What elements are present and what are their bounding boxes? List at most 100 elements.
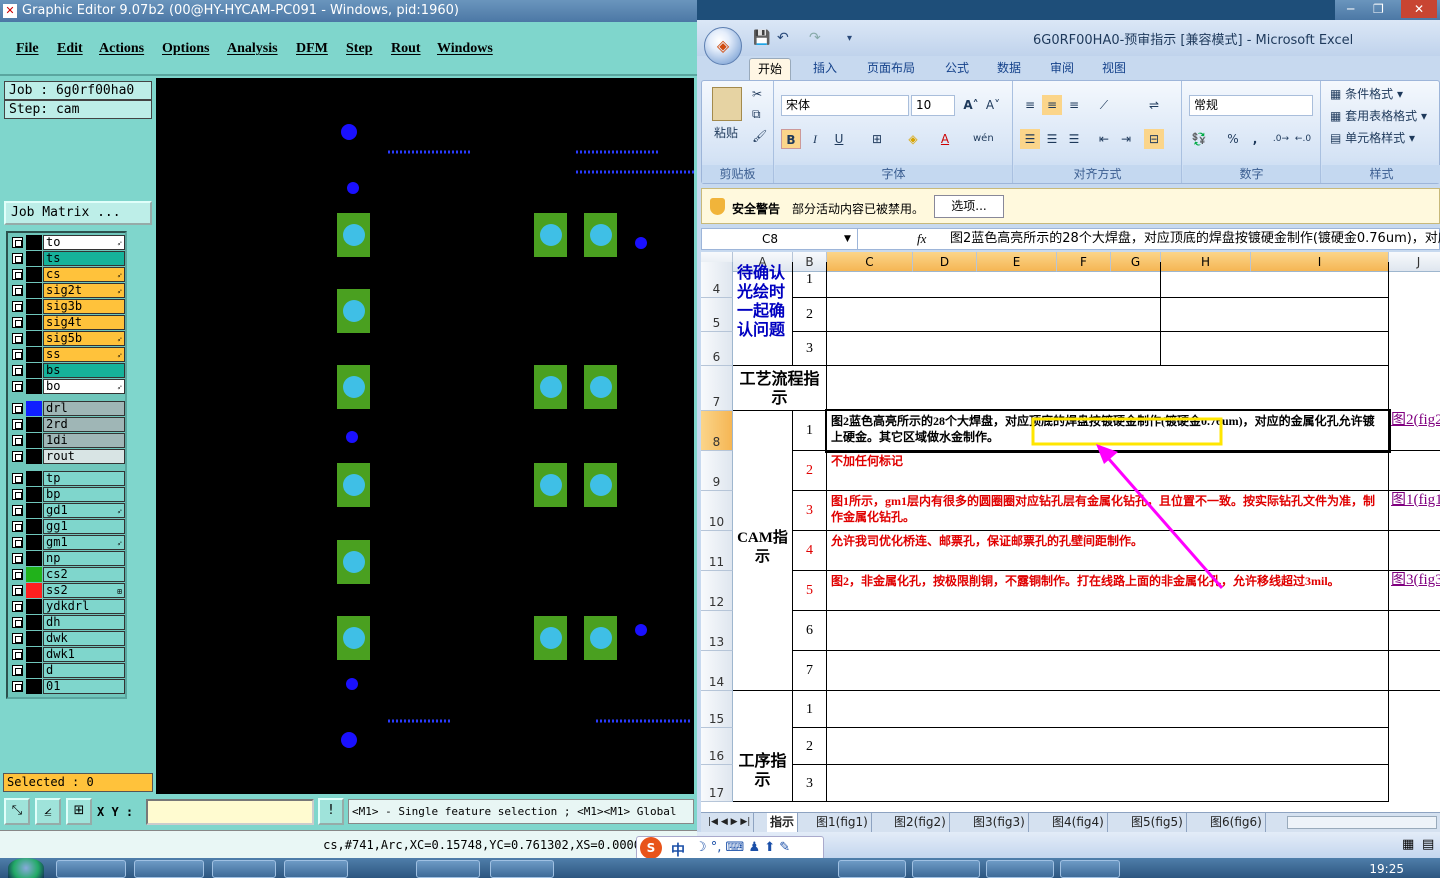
taskbar-app[interactable]	[212, 860, 276, 878]
layer-checkbox[interactable]	[12, 349, 23, 360]
layer-color-swatch[interactable]	[26, 631, 42, 646]
layer-color-swatch[interactable]	[26, 267, 42, 282]
layer-row-cs2[interactable]: cs2	[10, 567, 125, 582]
layer-color-swatch[interactable]	[26, 251, 42, 266]
layer-name[interactable]: ydkdrl	[43, 599, 125, 614]
sheet-tab[interactable]: 图6(fig6)	[1207, 813, 1266, 832]
tab-page-layout[interactable]: 页面布局	[859, 58, 923, 80]
layer-color-swatch[interactable]	[26, 449, 42, 464]
layer-row-to[interactable]: to ➶	[10, 235, 125, 250]
menu-rout[interactable]: Rout	[391, 41, 421, 57]
phonetic-icon[interactable]: wén	[973, 129, 994, 149]
layer-checkbox[interactable]	[12, 537, 23, 548]
measure-icon[interactable]: ⦤	[35, 798, 61, 825]
figure-link[interactable]: 图1(fig1)	[1389, 491, 1440, 531]
layer-checkbox[interactable]	[12, 237, 23, 248]
sheet-tab-active[interactable]: 指示	[767, 813, 799, 832]
row-header-15[interactable]: 15	[701, 691, 733, 728]
format-painter-icon[interactable]: 🖌	[752, 129, 767, 143]
confirm-cell[interactable]	[827, 298, 1161, 332]
decrease-indent-icon[interactable]: ⇤	[1094, 129, 1114, 149]
layer-checkbox[interactable]	[12, 403, 23, 414]
sheet-tab[interactable]: 图2(fig2)	[891, 813, 950, 832]
layer-name[interactable]: cs2	[43, 567, 125, 582]
row-header-10[interactable]: 10	[701, 491, 733, 531]
row-header-12[interactable]: 12	[701, 571, 733, 611]
layer-name[interactable]: ss2 ⊞	[43, 583, 125, 598]
layer-name[interactable]: sig2t ➶	[43, 283, 125, 298]
layer-checkbox[interactable]	[12, 253, 23, 264]
layer-name[interactable]: dwk1	[43, 647, 125, 662]
link-cell[interactable]	[1389, 451, 1440, 491]
layer-color-swatch[interactable]	[26, 235, 42, 250]
layer-checkbox[interactable]	[12, 601, 23, 612]
layer-row-dh[interactable]: dh	[10, 615, 125, 630]
taskbar-app[interactable]	[490, 860, 554, 878]
layer-color-swatch[interactable]	[26, 519, 42, 534]
sheet-tab[interactable]: 图1(fig1)	[813, 813, 872, 832]
layer-row-rout[interactable]: rout	[10, 449, 125, 464]
layer-name[interactable]: gm1 ➶	[43, 535, 125, 550]
layer-row-dwk[interactable]: dwk	[10, 631, 125, 646]
layer-name[interactable]: bp	[43, 487, 125, 502]
percent-icon[interactable]: %	[1223, 129, 1243, 149]
layer-row-bo[interactable]: bo ➶	[10, 379, 125, 394]
menu-analysis[interactable]: Analysis	[227, 41, 278, 57]
layer-color-swatch[interactable]	[26, 615, 42, 630]
layer-color-swatch[interactable]	[26, 417, 42, 432]
layer-color-swatch[interactable]	[26, 487, 42, 502]
row-header-4[interactable]: 4	[701, 262, 733, 298]
layer-name[interactable]: 1di	[43, 433, 125, 448]
confirm-cell-right[interactable]	[1161, 298, 1389, 332]
cam-instruction-cell[interactable]	[827, 611, 1389, 651]
menu-step[interactable]: Step	[346, 41, 372, 57]
layer-row-sig5b[interactable]: sig5b ➶	[10, 331, 125, 346]
layer-name[interactable]: gd1 ➶	[43, 503, 125, 518]
cam-instruction-cell[interactable]: 允许我司优化桥连、邮票孔，保证邮票孔的孔壁间距制作。	[827, 531, 1389, 571]
fx-icon[interactable]: fx	[917, 229, 926, 249]
layer-row-gd1[interactable]: gd1 ➶	[10, 503, 125, 518]
layer-name[interactable]: to ➶	[43, 235, 125, 250]
layer-name[interactable]: bo ➶	[43, 379, 125, 394]
row-header-7[interactable]: 7	[701, 366, 733, 411]
layer-name[interactable]: d	[43, 663, 125, 678]
sheet-tab[interactable]: 图3(fig3)	[970, 813, 1029, 832]
layer-name[interactable]: ss ➶	[43, 347, 125, 362]
pcb-canvas[interactable]	[156, 78, 694, 794]
ime-mode[interactable]: 中	[671, 840, 685, 860]
layer-row-d[interactable]: d	[10, 663, 125, 678]
underline-icon[interactable]: U	[829, 129, 849, 149]
layer-row-cs[interactable]: cs ➶	[10, 267, 125, 282]
tab-home[interactable]: 开始	[749, 58, 792, 80]
layer-checkbox[interactable]	[12, 489, 23, 500]
layer-color-swatch[interactable]	[26, 331, 42, 346]
layer-checkbox[interactable]	[12, 521, 23, 532]
layer-checkbox[interactable]	[12, 617, 23, 628]
layer-color-swatch[interactable]	[26, 503, 42, 518]
cell-style-button[interactable]: ▤ 单元格样式 ▾	[1330, 129, 1415, 146]
layer-checkbox[interactable]	[12, 681, 23, 692]
layer-row-drl[interactable]: drl	[10, 401, 125, 416]
tab-data[interactable]: 数据	[989, 58, 1029, 80]
minimize-icon[interactable]: ─	[1347, 0, 1354, 18]
save-icon[interactable]: 💾	[753, 30, 770, 46]
layer-color-swatch[interactable]	[26, 363, 42, 378]
layer-name[interactable]: 01	[43, 679, 125, 694]
confirm-cell[interactable]	[827, 262, 1161, 298]
italic-icon[interactable]: I	[805, 129, 825, 149]
orientation-icon[interactable]: ⟋	[1094, 95, 1114, 115]
layer-row-bp[interactable]: bp	[10, 487, 125, 502]
layer-color-swatch[interactable]	[26, 567, 42, 582]
row-header-16[interactable]: 16	[701, 728, 733, 765]
layer-checkbox[interactable]	[12, 285, 23, 296]
taskbar-app[interactable]	[912, 860, 980, 878]
bold-icon[interactable]: B	[781, 129, 801, 149]
menu-options[interactable]: Options	[162, 41, 209, 57]
row-header-14[interactable]: 14	[701, 651, 733, 691]
layer-row-dwk1[interactable]: dwk1	[10, 647, 125, 662]
row-header-13[interactable]: 13	[701, 611, 733, 651]
sheet-nav-icon[interactable]: |◀ ◀ ▶ ▶|	[705, 813, 755, 832]
link-cell[interactable]	[1389, 611, 1440, 651]
zoom-fit-icon[interactable]: ⤡	[4, 798, 30, 825]
menu-file[interactable]: File	[16, 41, 39, 57]
